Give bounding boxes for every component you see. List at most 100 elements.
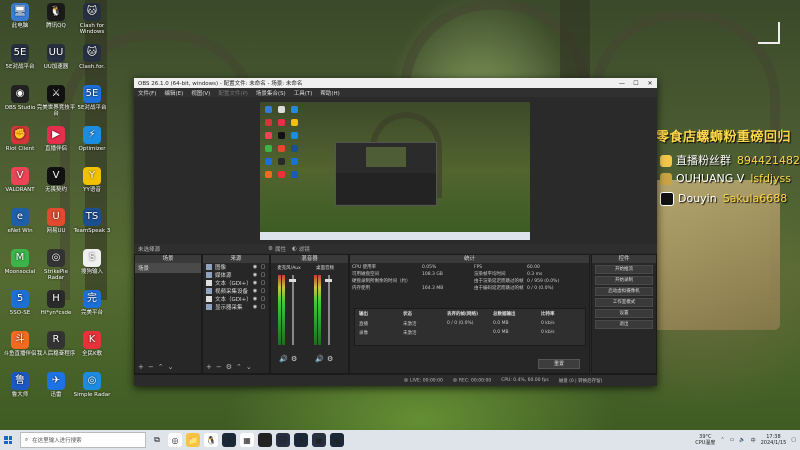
fader-knob[interactable] — [289, 279, 296, 282]
eye-icon[interactable]: ◉ — [252, 264, 258, 270]
settings-button[interactable]: 设置 — [595, 309, 653, 318]
lock-icon[interactable]: ▢ — [260, 304, 266, 310]
lock-icon[interactable]: ▢ — [260, 288, 266, 294]
start-streaming-button[interactable]: 开始推流 — [595, 265, 653, 274]
clock[interactable]: 17:38 2024/1/15 — [761, 434, 787, 446]
start-button[interactable] — [0, 430, 16, 450]
gear-icon[interactable]: ⚙ — [327, 355, 333, 363]
remove-icon[interactable]: − — [216, 363, 226, 371]
desktop-icon[interactable]: M Moonsocial — [0, 249, 40, 275]
eye-icon[interactable]: ◉ — [252, 280, 258, 286]
desktop-icon[interactable]: U 网易UU — [36, 208, 76, 234]
desktop-icon[interactable]: 🐱 Clash.for. — [72, 44, 112, 70]
speaker-icon[interactable]: 🔊 — [279, 355, 288, 363]
desktop-icon[interactable]: ⚔ 完美世界竞技平台 — [36, 85, 76, 117]
desktop-icon[interactable]: 5 5SO-SE — [0, 290, 40, 316]
minimize-button[interactable]: — — [615, 80, 629, 87]
remove-icon[interactable]: − — [148, 363, 158, 371]
preview-canvas[interactable] — [260, 102, 530, 240]
clash-taskbar-icon[interactable]: 🐱 — [276, 433, 290, 447]
fader-knob[interactable] — [325, 279, 332, 282]
desktop-icon[interactable]: 完完美平台 — [72, 290, 112, 316]
desktop-icon[interactable]: ◎ Simple Radar — [72, 372, 112, 398]
menu-profile[interactable]: 配置文件(P) — [218, 89, 248, 97]
menu-tools[interactable]: 工具(T) — [294, 89, 313, 97]
desktop-icon[interactable]: 🐧 腾讯QQ — [36, 3, 76, 29]
cpu-temp-widget[interactable]: 39°C CPU温度 — [695, 434, 715, 446]
speaker-icon[interactable]: 🔈 — [739, 437, 745, 443]
reset-button[interactable]: 重置 — [538, 359, 580, 369]
maximize-button[interactable]: ☐ — [629, 80, 643, 87]
volume-fader[interactable] — [328, 275, 330, 345]
close-button[interactable]: ✕ — [643, 80, 657, 87]
gear-icon[interactable]: ⚙ — [226, 363, 236, 371]
exit-button[interactable]: 退出 — [595, 320, 653, 329]
filter-icon[interactable]: ◐ — [292, 246, 297, 252]
speaker-icon[interactable]: 🔊 — [315, 355, 324, 363]
lock-icon[interactable]: ▢ — [260, 280, 266, 286]
desktop-icon[interactable]: TS TeamSpeak 3 — [72, 208, 112, 234]
menu-view[interactable]: 视图(V) — [191, 89, 210, 97]
steam2-icon[interactable]: S — [294, 433, 308, 447]
menu-scene-collection[interactable]: 场景集合(S) — [256, 89, 286, 97]
notification-icon[interactable]: ▢ — [791, 437, 796, 443]
start-recording-button[interactable]: 开始录制 — [595, 276, 653, 285]
taskbar-search[interactable]: ⌕ 在这里输入进行搜索 — [20, 432, 146, 448]
properties-button[interactable]: 属性 — [275, 245, 286, 253]
ime-icon[interactable]: 中 — [751, 437, 756, 444]
obs-window[interactable]: OBS 26.1.0 (64-bit, windows) - 配置文件: 未命名… — [134, 78, 657, 386]
desktop-icon[interactable]: 鲁鲁大师 — [0, 372, 40, 398]
studio-mode-button[interactable]: 工作室模式 — [595, 298, 653, 307]
chevron-up-icon[interactable]: ⌃ — [720, 437, 724, 443]
desktop-icon[interactable]: ⚡ Optimizer — [72, 126, 112, 152]
desktop-icon[interactable]: 5E 5E对战平台 — [72, 85, 112, 111]
desktop-icon[interactable]: ◎ StrikePie Radar — [36, 249, 76, 281]
down-icon[interactable]: ⌄ — [246, 363, 256, 371]
desktop-icon[interactable]: S 搜狗输入 — [72, 249, 112, 275]
down-icon[interactable]: ⌄ — [168, 363, 178, 371]
desktop-icon[interactable]: 斗斗鱼直播伴侣 — [0, 331, 40, 357]
desktop-icon[interactable]: 🖥 此电脑 — [0, 3, 40, 29]
menu-help[interactable]: 帮助(H) — [320, 89, 339, 97]
desktop-icon[interactable]: e eNet Win — [0, 208, 40, 234]
eye-icon[interactable]: ◉ — [252, 288, 258, 294]
menu-edit[interactable]: 编辑(E) — [164, 89, 183, 97]
chrome-icon[interactable]: ◎ — [168, 433, 182, 447]
desktop-icon[interactable]: V 无畏契约 — [36, 167, 76, 193]
gear-icon[interactable]: ⚙ — [291, 355, 297, 363]
source-item[interactable]: 视频采集设备 ◉ ▢ — [203, 287, 269, 295]
qq-taskbar-icon[interactable]: 🐧 — [204, 433, 218, 447]
app-icon[interactable]: ▣ — [312, 433, 326, 447]
desktop-icon[interactable]: UU UU加速器 — [36, 44, 76, 70]
source-item[interactable]: 媒体源 ◉ ▢ — [203, 271, 269, 279]
store-icon[interactable]: ▦ — [240, 433, 254, 447]
start-virtual-camera-button[interactable]: 启动虚拟摄像机 — [595, 287, 653, 296]
gear-icon[interactable]: ⚙ — [268, 246, 273, 252]
lock-icon[interactable]: ▢ — [260, 296, 266, 302]
lock-icon[interactable]: ▢ — [260, 264, 266, 270]
add-icon[interactable]: + — [206, 363, 216, 371]
source-item[interactable]: 图像 ◉ ▢ — [203, 263, 269, 271]
source-item[interactable]: 显示器采集 ◉ ▢ — [203, 303, 269, 311]
eye-icon[interactable]: ◉ — [252, 296, 258, 302]
source-item[interactable]: 文本（GDI+） ◉ ▢ — [203, 279, 269, 287]
desktop-icon[interactable]: 🐱 Clash for Windows — [72, 3, 112, 35]
up-icon[interactable]: ⌃ — [236, 363, 246, 371]
obs-titlebar[interactable]: OBS 26.1.0 (64-bit, windows) - 配置文件: 未命名… — [134, 78, 657, 88]
steam-icon[interactable]: S — [222, 433, 236, 447]
obs-taskbar-icon[interactable]: ◉ — [258, 433, 272, 447]
explorer-icon[interactable]: 📁 — [186, 433, 200, 447]
desktop-icon[interactable]: Y YY语音 — [72, 167, 112, 193]
network-icon[interactable]: ▭ — [730, 437, 735, 443]
desktop-icon[interactable]: ✊ Riot Client — [0, 126, 40, 152]
game-icon[interactable]: ◆ — [330, 433, 344, 447]
lock-icon[interactable]: ▢ — [260, 272, 266, 278]
desktop-icon[interactable]: H Hi*yn*csde — [36, 290, 76, 316]
desktop-icon[interactable]: ◉ OBS Studio — [0, 85, 40, 111]
add-icon[interactable]: + — [138, 363, 148, 371]
eye-icon[interactable]: ◉ — [252, 304, 258, 310]
menu-file[interactable]: 文件(F) — [138, 89, 156, 97]
desktop-icon[interactable]: ✈ 迅雷 — [36, 372, 76, 398]
source-item[interactable]: 文本（GDI+） ◉ ▢ — [203, 295, 269, 303]
scene-item[interactable]: 场景 — [135, 263, 201, 273]
